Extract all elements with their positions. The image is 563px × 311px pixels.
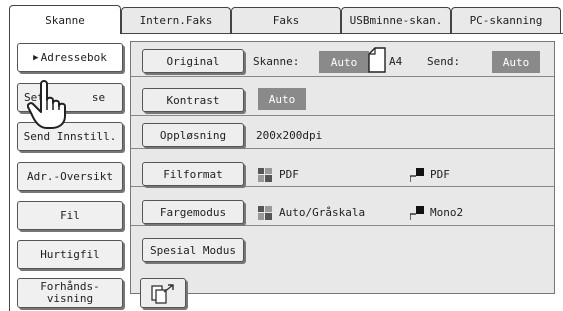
address-overview-button[interactable]: Adr.-Oversikt: [17, 162, 123, 191]
file-format-mono-value: PDF: [430, 168, 450, 181]
color-mode-icon: [258, 206, 272, 220]
color-mode-button-label: Fargemodus: [159, 205, 227, 219]
settings-label-right: se: [91, 90, 106, 104]
scan-value-badge: Auto: [319, 51, 369, 73]
file-format-button-label: Filformat: [163, 167, 223, 181]
pointing-hand-icon: [27, 80, 66, 129]
resolution-button-label: Oppløsning: [159, 128, 227, 142]
tab-usb-scan[interactable]: USBminne-skan.: [341, 7, 451, 33]
color-mode-color-value: Auto/Gråskala: [279, 206, 366, 219]
resolution-button[interactable]: Oppløsning: [142, 123, 244, 147]
preview-button[interactable]: Forhånds- visning: [17, 278, 123, 308]
original-button[interactable]: Original: [142, 49, 244, 73]
contrast-button-label: Kontrast: [166, 93, 220, 107]
selected-arrow-icon: ▶: [33, 52, 39, 63]
contrast-button[interactable]: Kontrast: [142, 88, 244, 112]
address-book-button[interactable]: ▶ Adressebok: [17, 43, 123, 72]
original-button-label: Original: [166, 54, 220, 68]
address-overview-label: Adr.-Oversikt: [26, 169, 114, 183]
preview-label-line2: visning: [46, 292, 94, 305]
send-settings-label: Send Innstill.: [23, 129, 117, 143]
resolution-value: 200x200dpi: [256, 129, 323, 142]
tab-internet-fax[interactable]: Intern.Faks: [121, 7, 231, 33]
color-mode-icon: [258, 168, 272, 182]
address-book-label: Adressebok: [40, 50, 107, 64]
tab-scan[interactable]: Skanne: [9, 5, 121, 34]
paper-size: A4: [389, 55, 403, 68]
paper-a4-icon: [368, 47, 386, 73]
file-button[interactable]: Fil: [17, 201, 123, 230]
quick-file-label: Hurtigfil: [40, 247, 100, 261]
color-mode-button[interactable]: Fargemodus: [142, 200, 244, 224]
active-tab-gap: [10, 33, 120, 35]
special-mode-button[interactable]: Spesial Modus: [142, 238, 244, 262]
file-format-button[interactable]: Filformat: [142, 162, 244, 186]
file-label: Fil: [60, 208, 80, 222]
mono-mode-icon: [410, 168, 424, 182]
quick-file-button[interactable]: Hurtigfil: [17, 240, 123, 269]
send-label: Send:: [427, 55, 461, 68]
special-mode-button-label: Spesial Modus: [149, 243, 237, 257]
send-value-badge: Auto: [492, 51, 540, 73]
contrast-value-badge: Auto: [258, 88, 306, 110]
tab-fax[interactable]: Faks: [231, 7, 341, 33]
send-file-icon: [151, 284, 174, 304]
color-mode-mono-value: Mono2: [430, 206, 464, 219]
tab-pc-scan[interactable]: PC-skanning: [451, 7, 561, 33]
send-file-button[interactable]: [140, 278, 186, 308]
file-format-color-value: PDF: [279, 168, 299, 181]
scan-label: Skanne:: [253, 55, 300, 68]
mono-mode-icon: [410, 206, 424, 220]
